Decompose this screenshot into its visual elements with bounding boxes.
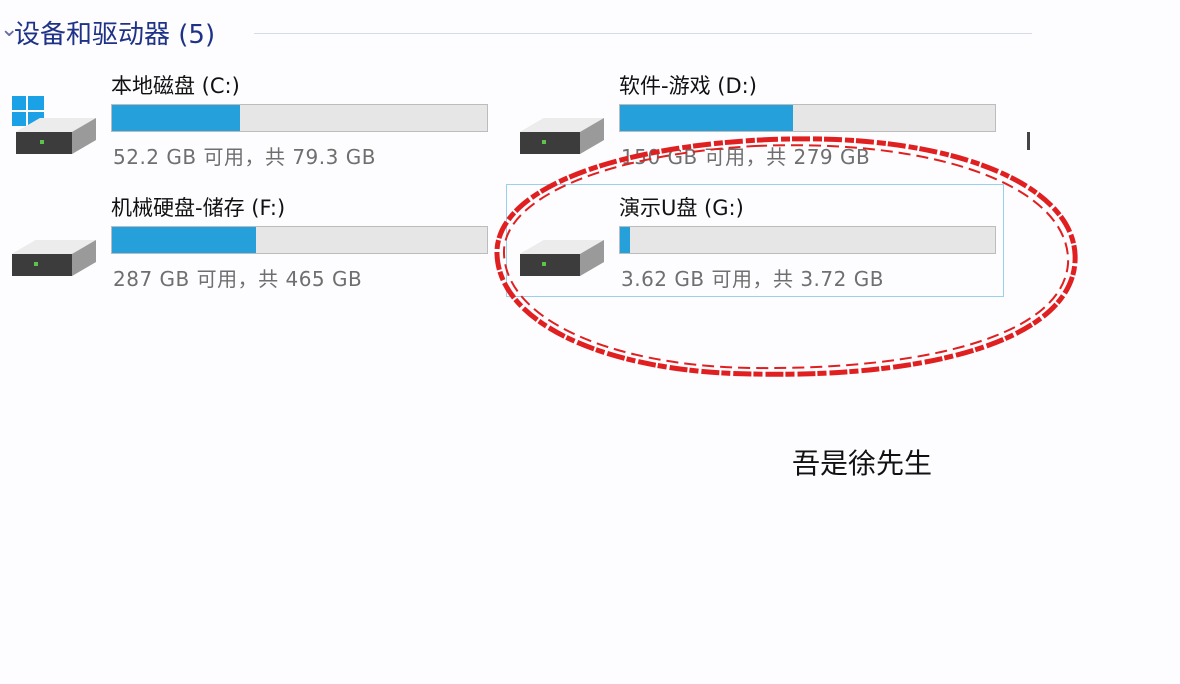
capacity-bar-fill <box>620 227 631 253</box>
hard-drive-icon <box>12 240 96 276</box>
capacity-bar <box>111 226 488 254</box>
windows-drive-icon <box>12 96 96 154</box>
capacity-bar <box>619 104 996 132</box>
caption-text: 吾是徐先生 <box>792 447 933 480</box>
capacity-bar-fill <box>112 227 256 253</box>
drive-name: 演示U盘 (G:) <box>619 196 744 220</box>
section-title: 设备和驱动器 (5) <box>14 20 216 50</box>
drive-space-text: 52.2 GB 可用，共 79.3 GB <box>113 145 376 169</box>
drive-item-c[interactable]: 本地磁盘 (C:) 52.2 GB 可用，共 79.3 GB <box>10 70 488 182</box>
drive-space-text: 3.62 GB 可用，共 3.72 GB <box>621 267 884 291</box>
drive-item-f[interactable]: 机械硬盘-储存 (F:) 287 GB 可用，共 465 GB <box>10 192 488 304</box>
capacity-bar <box>619 226 996 254</box>
drive-name: 机械硬盘-储存 (F:) <box>111 196 286 220</box>
scrollbar-thumb[interactable] <box>1027 132 1030 150</box>
usb-drive-icon <box>520 240 604 276</box>
drive-space-text: 150 GB 可用，共 279 GB <box>621 145 871 169</box>
section-divider <box>254 33 1032 34</box>
drive-space-text: 287 GB 可用，共 465 GB <box>113 267 363 291</box>
hard-drive-icon <box>520 118 604 154</box>
devices-section-header[interactable]: ⌄ 设备和驱动器 (5) <box>0 14 1032 54</box>
capacity-bar <box>111 104 488 132</box>
capacity-bar-fill <box>112 105 241 131</box>
drive-item-d[interactable]: 软件-游戏 (D:) 150 GB 可用，共 279 GB <box>518 70 996 182</box>
drive-name: 本地磁盘 (C:) <box>111 74 240 98</box>
drive-name: 软件-游戏 (D:) <box>619 74 757 98</box>
drive-item-g[interactable]: 演示U盘 (G:) 3.62 GB 可用，共 3.72 GB <box>518 192 996 304</box>
capacity-bar-fill <box>620 105 794 131</box>
